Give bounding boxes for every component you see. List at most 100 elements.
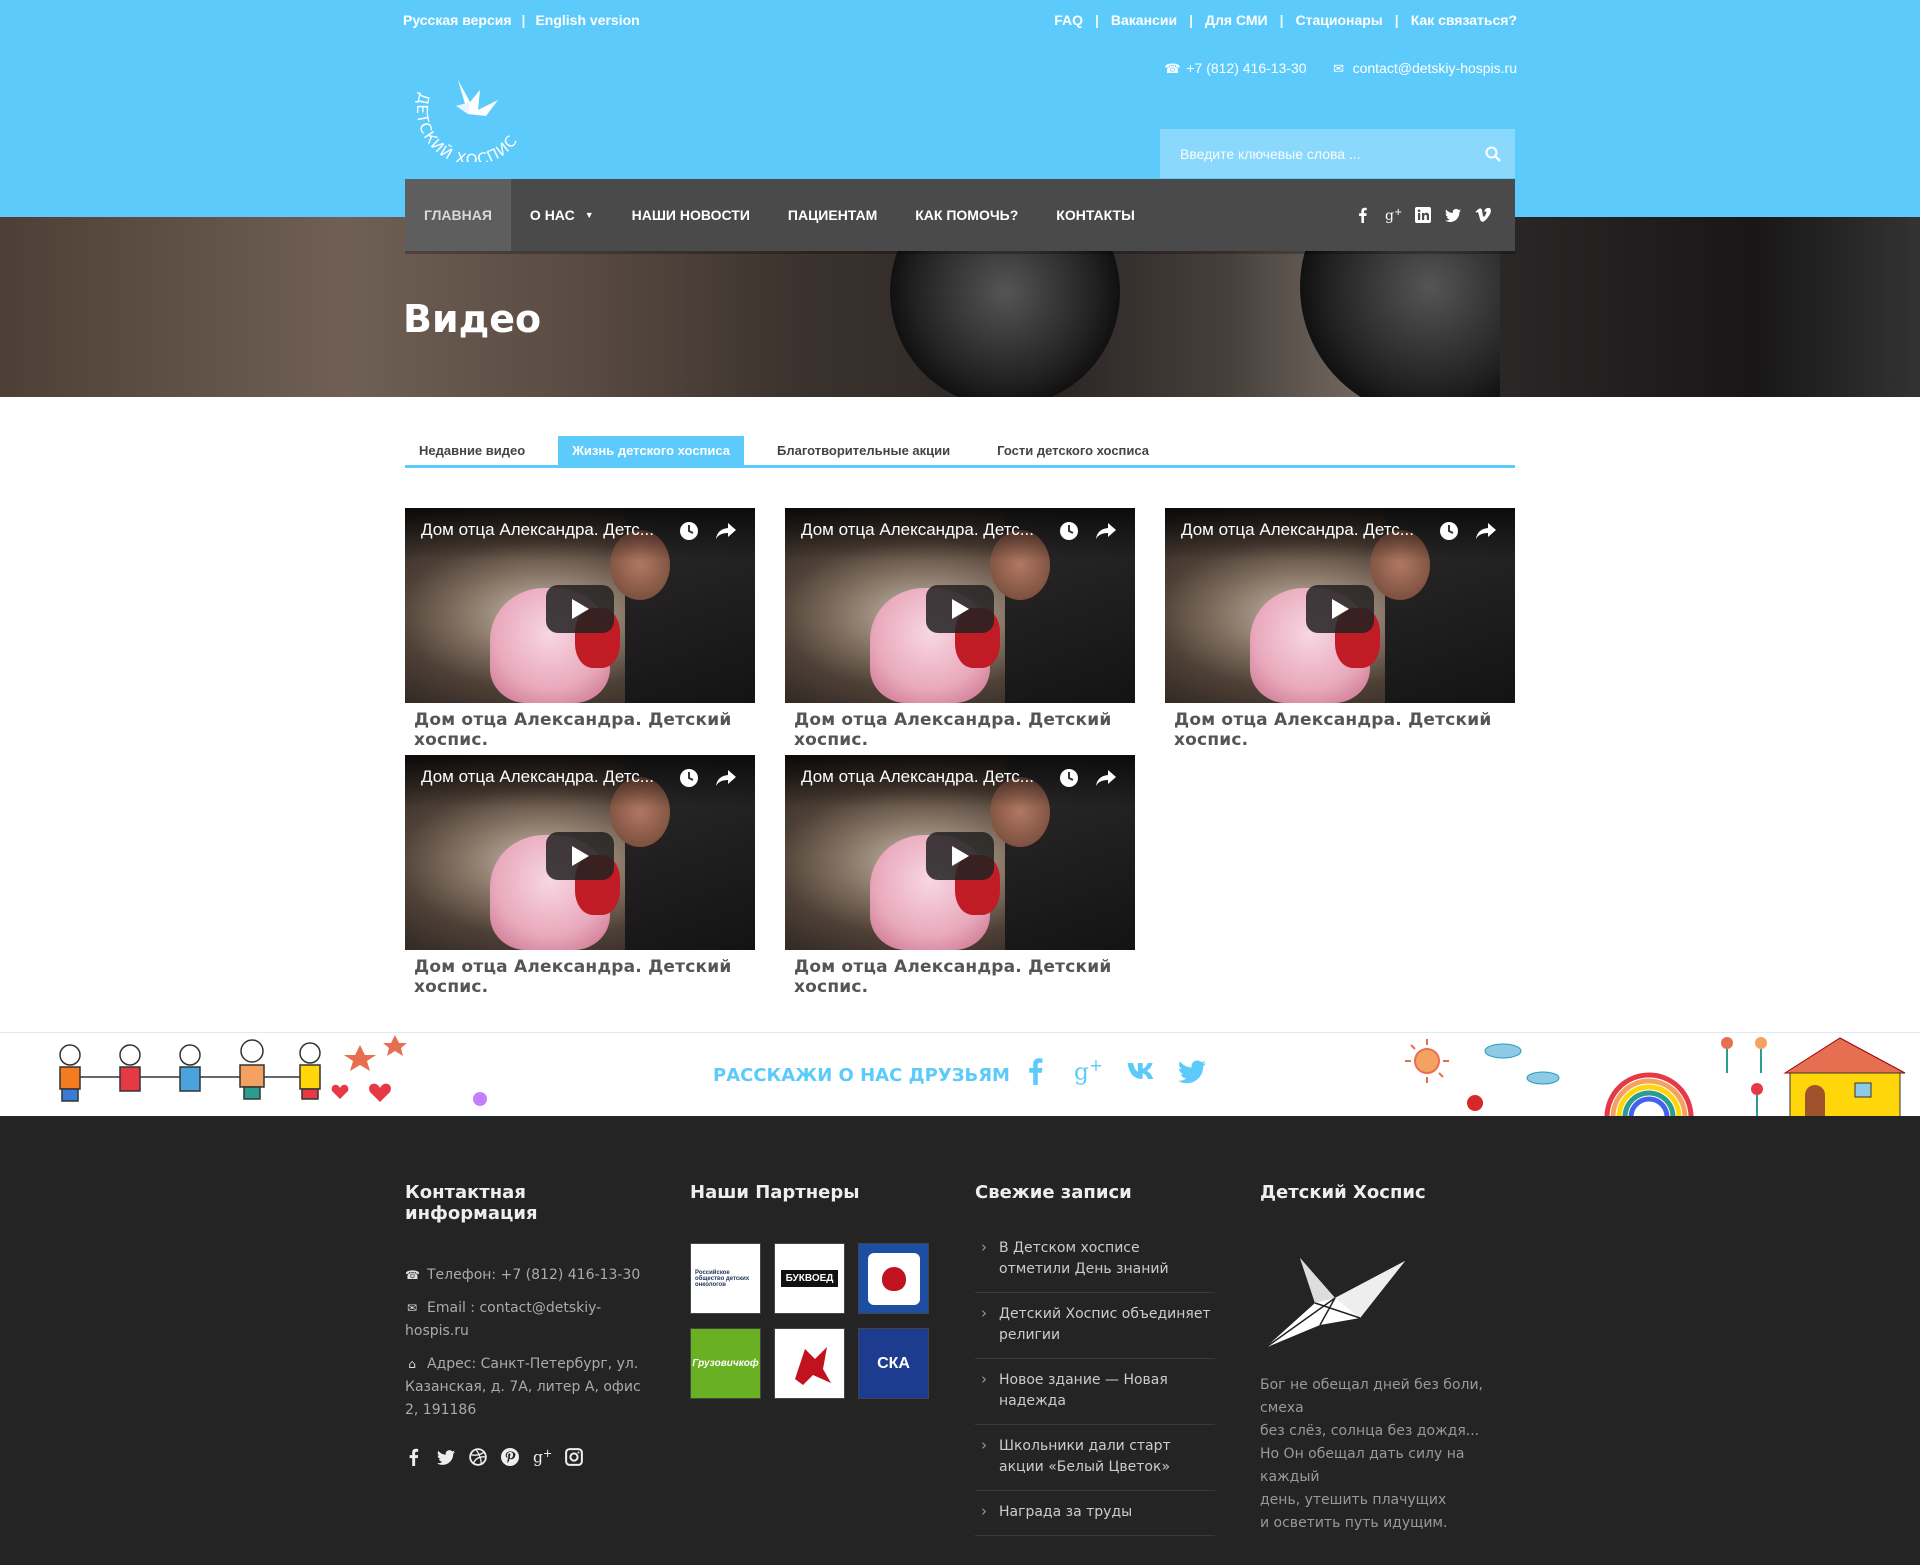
main-navigation: Главная О нас ▼ Наши новости Пациентам Ка… [405, 179, 1515, 251]
instagram-icon[interactable] [565, 1448, 583, 1466]
header-phone[interactable]: ☎ +7 (812) 416-13-30 [1164, 60, 1306, 77]
video-overlay-title[interactable]: Дом отца Александра. Детс... [801, 520, 1051, 540]
search-button[interactable] [1471, 129, 1515, 178]
inpatient-link[interactable]: Стационары [1295, 12, 1382, 28]
video-caption[interactable]: Дом отца Александра. Детский хоспис. [405, 710, 755, 750]
facebook-icon[interactable] [1022, 1057, 1050, 1085]
share-icon[interactable] [715, 768, 737, 788]
svg-text:g: g [533, 1449, 543, 1466]
video-overlay-title[interactable]: Дом отца Александра. Детс... [1181, 520, 1431, 540]
how-to-contact-link[interactable]: Как связаться? [1411, 12, 1517, 28]
share-icons: g + [1022, 1056, 1206, 1085]
recent-post-link[interactable]: Детский Хоспис объединяет религии [975, 1293, 1215, 1359]
play-icon [952, 599, 969, 619]
tab-recent-videos[interactable]: Недавние видео [405, 436, 539, 465]
video-player-thumbnail[interactable]: Дом отца Александра. Детс... [785, 755, 1135, 950]
share-icon[interactable] [1475, 521, 1497, 541]
vacancies-link[interactable]: Вакансии [1111, 12, 1177, 28]
partner-logo-ska[interactable]: СКА [858, 1328, 929, 1399]
video-overlay-title[interactable]: Дом отца Александра. Детс... [421, 520, 671, 540]
nav-item-about[interactable]: О нас ▼ [511, 179, 613, 251]
partner-logo-gruzovichkof[interactable]: Грузовичкоф [690, 1328, 761, 1399]
vk-icon[interactable] [1126, 1057, 1154, 1085]
watch-later-icon[interactable] [679, 521, 699, 541]
tab-hospice-life[interactable]: Жизнь детского хосписа [558, 436, 745, 465]
watch-later-icon[interactable] [1059, 768, 1079, 788]
share-icon[interactable] [1095, 768, 1117, 788]
play-button[interactable] [546, 585, 614, 633]
footer-partners-column: Наши Партнеры Российское общество детски… [690, 1182, 930, 1399]
faq-link[interactable]: FAQ [1054, 12, 1083, 28]
video-caption[interactable]: Дом отца Александра. Детский хоспис. [405, 957, 755, 997]
google-plus-icon[interactable]: g + [1385, 207, 1402, 224]
play-button[interactable] [926, 832, 994, 880]
video-player-thumbnail[interactable]: Дом отца Александра. Детс... [405, 755, 755, 950]
press-link[interactable]: Для СМИ [1205, 12, 1268, 28]
footer-email[interactable]: ✉ Email : contact@detskiy-hospis.ru [405, 1297, 645, 1343]
play-button[interactable] [546, 832, 614, 880]
watch-later-icon[interactable] [1439, 521, 1459, 541]
camera-body-image [1500, 217, 1920, 397]
play-button[interactable] [926, 585, 994, 633]
dribbble-icon[interactable] [469, 1448, 487, 1466]
facebook-icon[interactable] [405, 1448, 423, 1466]
facebook-icon[interactable] [1355, 207, 1371, 223]
google-plus-icon[interactable]: g + [1074, 1056, 1103, 1085]
svg-text:+: + [1089, 1057, 1103, 1075]
video-caption[interactable]: Дом отца Александра. Детский хоспис. [785, 710, 1135, 750]
video-player-thumbnail[interactable]: Дом отца Александра. Детс... [1165, 508, 1515, 703]
video-player-thumbnail[interactable]: Дом отца Александра. Детс... [405, 508, 755, 703]
nav-item-contacts[interactable]: Контакты [1037, 179, 1153, 251]
caret-down-icon: ▼ [584, 210, 594, 220]
nav-item-news[interactable]: Наши новости [613, 179, 769, 251]
video-caption[interactable]: Дом отца Александра. Детский хоспис. [785, 957, 1135, 997]
tab-charity-events[interactable]: Благотворительные акции [763, 436, 964, 465]
video-overlay-title[interactable]: Дом отца Александра. Детс... [421, 767, 671, 787]
recent-post-link[interactable]: Новое здание — Новая надежда [975, 1359, 1215, 1425]
recent-post-link[interactable]: Школьники дали старт акции «Белый Цветок… [975, 1425, 1215, 1491]
recent-post-link[interactable]: Награда за труды [975, 1491, 1215, 1536]
header-email[interactable]: ✉ contact@detskiy-hospis.ru [1331, 60, 1517, 77]
lang-english-link[interactable]: English version [535, 12, 639, 28]
home-icon: ⌂ [408, 1357, 416, 1371]
vimeo-icon[interactable] [1475, 207, 1491, 223]
partner-logo-oncologists[interactable]: Российское общество детских онкологов [690, 1243, 761, 1314]
google-plus-icon[interactable]: g + [533, 1447, 552, 1467]
share-icon[interactable] [1095, 521, 1117, 541]
lang-russian-link[interactable]: Русская версия [403, 12, 512, 28]
watch-later-icon[interactable] [1059, 521, 1079, 541]
twitter-icon[interactable] [1178, 1057, 1206, 1085]
video-player-thumbnail[interactable]: Дом отца Александра. Детс... [785, 508, 1135, 703]
phone-icon: ☎ [405, 1268, 420, 1282]
twitter-icon[interactable] [1445, 207, 1461, 223]
share-icon[interactable] [715, 521, 737, 541]
partner-logo-bukvoed[interactable]: БУКВОЕД [774, 1243, 845, 1314]
linkedin-icon[interactable] [1415, 207, 1431, 223]
nav-item-home[interactable]: Главная [405, 179, 511, 251]
recent-post-link[interactable]: В Детском хосписе отметили День знаний [975, 1227, 1215, 1293]
footer-phone: ☎ Телефон: +7 (812) 416-13-30 [405, 1264, 645, 1287]
partner-logo-rosgvardia[interactable] [858, 1243, 929, 1314]
video-card: Дом отца Александра. Детс... Дом отца Ал… [405, 508, 755, 750]
svg-text:g: g [1074, 1057, 1089, 1085]
search-input[interactable] [1160, 129, 1471, 178]
footer-social-links: g + [405, 1447, 645, 1467]
footer-contact-title: Контактная информация [405, 1182, 538, 1224]
play-button[interactable] [1306, 585, 1374, 633]
twitter-icon[interactable] [437, 1448, 455, 1466]
nav-item-patients[interactable]: Пациентам [769, 179, 896, 251]
play-icon [572, 846, 589, 866]
nav-item-how-to-help[interactable]: Как помочь? [896, 179, 1037, 251]
tab-hospice-guests[interactable]: Гости детского хосписа [983, 436, 1163, 465]
recent-posts-list: В Детском хосписе отметили День знаний Д… [975, 1227, 1215, 1536]
video-caption[interactable]: Дом отца Александра. Детский хоспис. [1165, 710, 1515, 750]
pinterest-icon[interactable] [501, 1448, 519, 1466]
partner-logo-griffin[interactable] [774, 1328, 845, 1399]
site-footer: Контактная информация ☎ Телефон: +7 (812)… [0, 1116, 1920, 1565]
video-overlay-title[interactable]: Дом отца Александра. Детс... [801, 767, 1051, 787]
search-box [1160, 129, 1515, 178]
video-category-tabs: Недавние видео Жизнь детского хосписа Бл… [405, 436, 1515, 468]
site-logo[interactable]: ДЕТСКИЙ ХОСПИС [408, 62, 548, 169]
watch-later-icon[interactable] [679, 768, 699, 788]
nav-social-links: g + [1355, 207, 1515, 224]
